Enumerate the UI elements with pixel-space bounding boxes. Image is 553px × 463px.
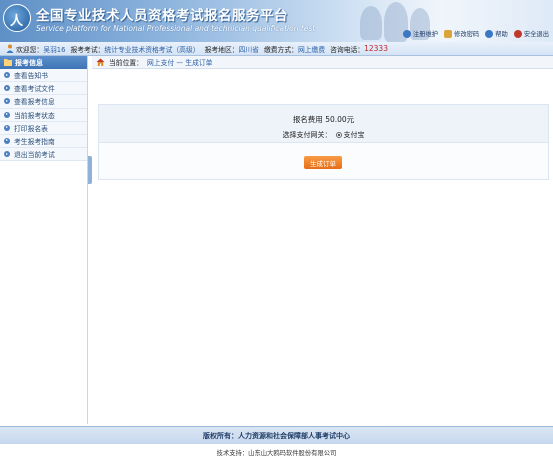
generate-order-button[interactable]: 生成订单 bbox=[304, 156, 342, 169]
register-maintain-label: 注册维护 bbox=[412, 31, 439, 38]
sidebar-item-view-registration-info[interactable]: 查看报考信息 bbox=[0, 95, 87, 109]
help-link[interactable]: 帮助 bbox=[485, 29, 508, 38]
arrow-circle-icon bbox=[4, 124, 10, 131]
welcome-label: 欢迎您： bbox=[16, 45, 44, 54]
arrow-circle-icon bbox=[4, 111, 10, 118]
order-panel: 报名费用 50.00元 选择支付网关： 支付宝 生成订单 bbox=[98, 104, 549, 180]
exam-label: 报考考试： bbox=[70, 45, 105, 54]
payment-method-value: 网上缴费 bbox=[297, 45, 326, 54]
change-password-link[interactable]: 修改密码 bbox=[444, 29, 479, 38]
logo-glyph: 人 bbox=[10, 14, 24, 29]
exam-value: 统计专业技术资格考试（高级） bbox=[104, 45, 200, 54]
sidebar-collapse-handle[interactable] bbox=[88, 156, 92, 184]
sidebar-item-label: 查看考试文件 bbox=[14, 85, 55, 94]
sidebar-item-view-exam-files[interactable]: 查看考试文件 bbox=[0, 82, 87, 96]
arrow-circle-icon bbox=[4, 98, 10, 105]
folder-icon bbox=[4, 59, 12, 66]
logout-icon bbox=[513, 29, 522, 38]
user-info-bar: 欢迎您： 吴羽16 报考考试： 统计专业技术资格考试（高级） 报考地区： 四川省… bbox=[0, 42, 553, 56]
payment-gateway-row: 选择支付网关： 支付宝 bbox=[99, 130, 548, 140]
tech-support-text: 技术支持：山东山大鸥玛软件股份有限公司 bbox=[216, 450, 337, 457]
registration-fee: 报名费用 50.00元 bbox=[292, 115, 355, 124]
sidebar-item-label: 打印报名表 bbox=[14, 124, 48, 133]
arrow-circle-icon bbox=[4, 72, 10, 78]
site-banner: 人 全国专业技术人员资格考试报名服务平台 Service platform fo… bbox=[0, 0, 553, 42]
sidebar-item-label: 当前报考状态 bbox=[14, 111, 55, 120]
region-label: 报考地区： bbox=[204, 45, 239, 54]
copyright-text: 版权所有：人力资源和社会保障部人事考试中心 bbox=[0, 426, 553, 444]
user-edit-icon bbox=[402, 29, 411, 38]
phone-label: 咨询电话： bbox=[330, 45, 365, 54]
top-links: 注册维护 修改密码 帮助 安全退出 bbox=[402, 29, 549, 38]
arrow-circle-icon bbox=[4, 151, 10, 158]
sidebar-item-label: 查看告知书 bbox=[14, 72, 48, 81]
alipay-radio[interactable] bbox=[335, 132, 342, 138]
sidebar-item-label: 查看报考信息 bbox=[14, 98, 55, 107]
sidebar-item-label: 退出当前考试 bbox=[14, 151, 55, 160]
sidebar-item-exit-exam[interactable]: 退出当前考试 bbox=[0, 148, 87, 162]
breadcrumb: 当前位置： 网上支付 — 生成订单 bbox=[92, 56, 553, 69]
home-icon bbox=[96, 58, 105, 66]
site-title: 全国专业技术人员资格考试报名服务平台 bbox=[36, 8, 288, 24]
region-value: 四川省 bbox=[238, 45, 259, 54]
arrow-circle-icon bbox=[4, 137, 10, 144]
breadcrumb-value: 网上支付 — 生成订单 bbox=[146, 59, 213, 67]
sidebar-item-guide[interactable]: 考生报考指南 bbox=[0, 134, 87, 149]
payment-method-label: 缴费方式： bbox=[263, 45, 298, 54]
banner-figure bbox=[360, 6, 382, 40]
logout-label: 安全退出 bbox=[523, 31, 549, 38]
change-password-label: 修改密码 bbox=[454, 31, 480, 38]
sidebar: 报考信息 查看告知书 查看考试文件 查看报考信息 当前报考状态 打印报名表 考生… bbox=[0, 56, 88, 424]
phone-value: 12333 bbox=[364, 44, 388, 53]
site-subtitle: Service platform for National Profession… bbox=[36, 24, 316, 33]
logout-link[interactable]: 安全退出 bbox=[513, 29, 549, 38]
alipay-option-label[interactable]: 支付宝 bbox=[344, 131, 365, 139]
payment-gateway-label: 选择支付网关： bbox=[282, 131, 332, 139]
register-maintain-link[interactable]: 注册维护 bbox=[402, 29, 439, 38]
welcome-value: 吴羽16 bbox=[43, 45, 66, 54]
sidebar-item-label: 考生报考指南 bbox=[14, 138, 55, 147]
sidebar-header-label: 报考信息 bbox=[15, 58, 43, 67]
footer: 版权所有：人力资源和社会保障部人事考试中心 技术支持：山东山大鸥玛软件股份有限公… bbox=[0, 424, 553, 463]
help-icon bbox=[485, 29, 494, 38]
sidebar-header: 报考信息 bbox=[0, 56, 87, 69]
arrow-circle-icon bbox=[4, 85, 10, 92]
help-label: 帮助 bbox=[495, 31, 508, 38]
sidebar-item-view-notice[interactable]: 查看告知书 bbox=[0, 69, 87, 83]
site-logo: 人 bbox=[3, 4, 31, 32]
sidebar-item-registration-status[interactable]: 当前报考状态 bbox=[0, 108, 87, 122]
breadcrumb-label: 当前位置： bbox=[109, 59, 143, 67]
lock-icon bbox=[444, 29, 453, 38]
sidebar-item-print-form[interactable]: 打印报名表 bbox=[0, 121, 87, 135]
user-icon bbox=[6, 44, 14, 53]
